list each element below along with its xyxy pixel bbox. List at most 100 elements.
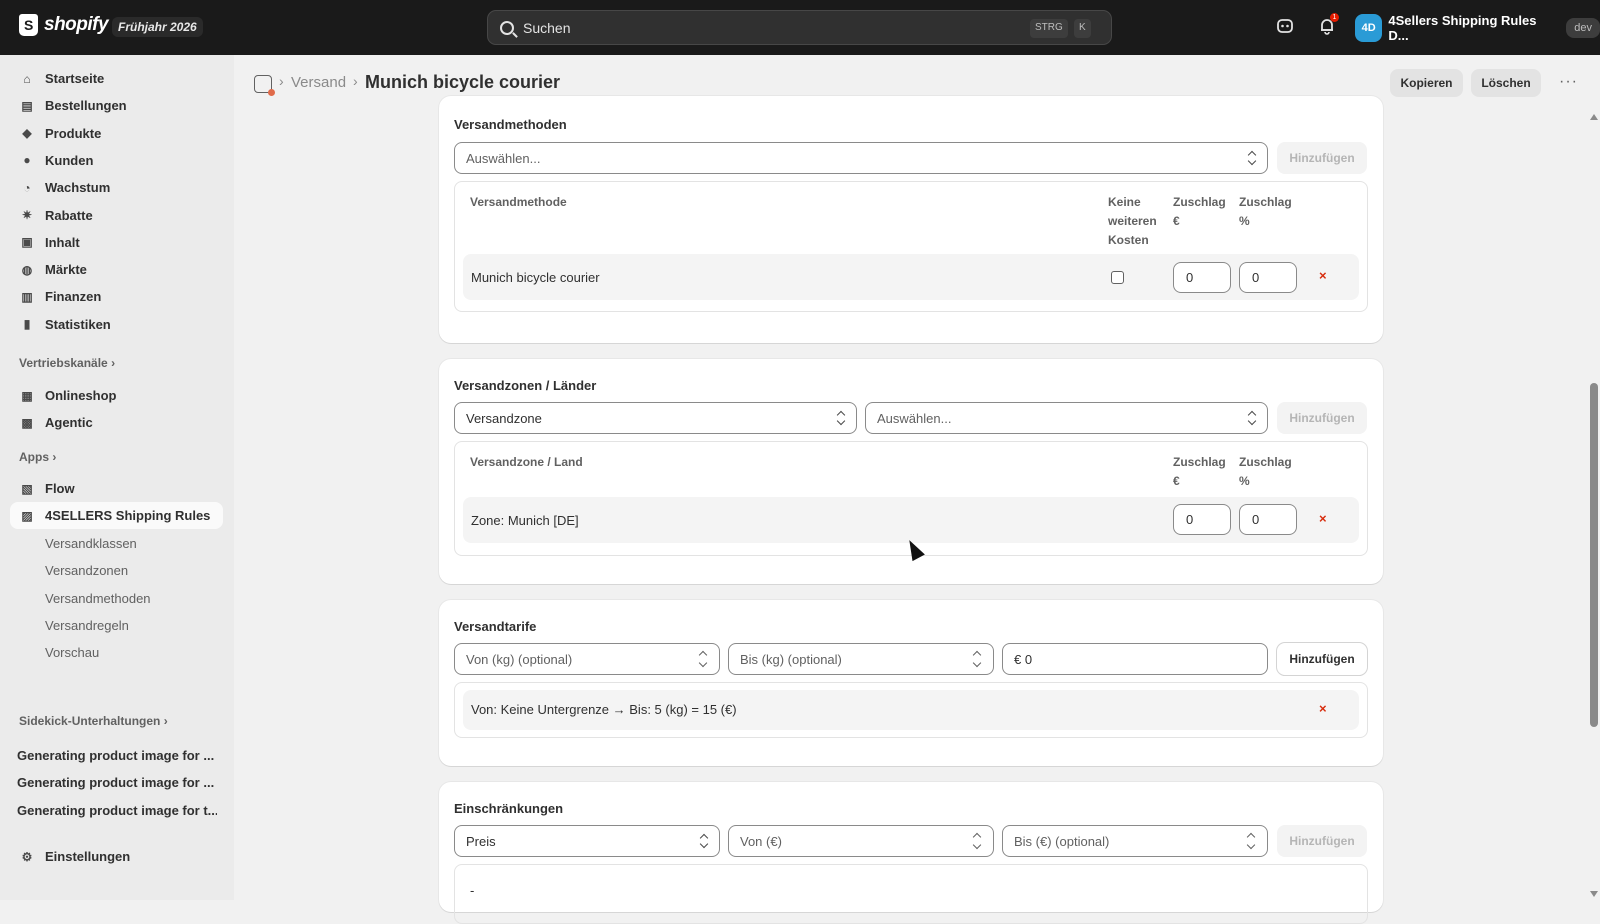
weight-from-input[interactable]: Von (kg) (optional) (454, 643, 720, 675)
stepper-icon[interactable] (697, 647, 711, 671)
list-item: Von: Keine Untergrenze → Bis: 5 (kg) = 1… (463, 690, 1359, 730)
card-title: Einschränkungen (454, 801, 564, 816)
sidebar-item-3[interactable]: ● Kunden (10, 147, 223, 174)
rates-list: Von: Keine Untergrenze → Bis: 5 (kg) = 1… (454, 682, 1368, 738)
more-actions-button[interactable]: ··· (1559, 73, 1578, 91)
shopify-logo[interactable]: shopify (19, 14, 109, 36)
sidebar-item-2[interactable]: ◆ Produkte (10, 120, 223, 147)
logo-text: shopify (44, 14, 109, 35)
col-header-surcharge-pct: Zuschlag% (1239, 195, 1292, 228)
sidebar-item-label: Märkte (45, 262, 87, 278)
sales-channels-heading[interactable]: Vertriebskanäle › (19, 356, 115, 370)
store-icon: ▦ (21, 388, 33, 403)
stepper-icon[interactable] (971, 829, 985, 853)
table-row: Zone: Munich [DE] 0 0 × (463, 497, 1359, 543)
restriction-from-input[interactable]: Von (€) (728, 825, 994, 857)
scroll-up-icon[interactable] (1590, 114, 1598, 120)
page-scrollbar[interactable] (1588, 111, 1600, 900)
sidebar-item-label: Wachstum (45, 180, 111, 196)
shopify-bag-icon (19, 14, 38, 36)
sidebar-item-7[interactable]: ◍ Märkte (10, 256, 223, 283)
scroll-down-icon[interactable] (1590, 891, 1598, 897)
add-zone-button[interactable]: Hinzufügen (1277, 402, 1367, 434)
sidebar-item-6[interactable]: ▣ Inhalt (10, 229, 223, 256)
method-select[interactable]: Auswählen... (454, 142, 1268, 174)
breadcrumb-separator: › (279, 73, 284, 89)
sidekick-conversation-2[interactable]: Generating product image for t... (17, 803, 217, 818)
col-header-no-cost: Keine weiteren Kosten (1108, 195, 1157, 247)
remove-row-button[interactable]: × (1319, 701, 1327, 716)
surcharge-eur-input[interactable]: 0 (1173, 504, 1231, 535)
card-title: Versandtarife (454, 619, 537, 634)
shipping-app-icon[interactable] (254, 75, 275, 96)
sidebar-item-0[interactable]: ⌂ Startseite (10, 65, 223, 92)
scrollbar-thumb[interactable] (1590, 383, 1598, 727)
stepper-icon[interactable] (1245, 829, 1259, 853)
remove-row-button[interactable]: × (1319, 511, 1327, 526)
flow-icon: ▧ (21, 481, 33, 496)
sidebar-item-8[interactable]: ▥ Finanzen (10, 283, 223, 310)
delete-button[interactable]: Löschen (1471, 69, 1541, 97)
sidebar-item-label: Onlineshop (45, 388, 117, 403)
sidebar-item-5[interactable]: ✷ Rabatte (10, 202, 223, 229)
select-placeholder: Auswählen... (877, 410, 952, 426)
sidekick-button[interactable] (1275, 17, 1295, 37)
gauge-icon: ◔ (23, 180, 31, 195)
store-avatar: 4D (1355, 14, 1383, 42)
sidebar-subitem-0[interactable]: Versandklassen (45, 536, 137, 551)
top-bar: shopify Frühjahr 2026 Suchen STRG K 1 4D… (0, 0, 1600, 55)
sidebar-subitem-3[interactable]: Versandregeln (45, 618, 129, 633)
sidebar-channel-1[interactable]: ▩ Agentic (10, 409, 223, 436)
sidekick-conversation-0[interactable]: Generating product image for ... (17, 748, 217, 763)
restriction-to-input[interactable]: Bis (€) (optional) (1002, 825, 1268, 857)
sidebar-item-label: Rabatte (45, 207, 93, 223)
price-input[interactable]: € 0 (1002, 643, 1268, 675)
col-header-method: Versandmethode (470, 195, 567, 209)
sidebar-item-4[interactable]: ◔ Wachstum (10, 174, 223, 201)
sidebar-subitem-4[interactable]: Vorschau (45, 645, 99, 660)
zone-type-select[interactable]: Versandzone (454, 402, 857, 434)
input-placeholder: Bis (kg) (optional) (740, 651, 842, 667)
card-title: Versandmethoden (454, 117, 567, 132)
table-row: Munich bicycle courier 0 0 × (463, 254, 1359, 300)
apps-heading[interactable]: Apps › (19, 450, 56, 464)
add-rate-button[interactable]: Hinzufügen (1277, 643, 1367, 675)
sidebar-item-settings[interactable]: ⚙ Einstellungen (10, 843, 223, 870)
sidebar-subitem-1[interactable]: Versandzonen (45, 563, 128, 578)
sidebar-channel-0[interactable]: ▦ Onlineshop (10, 382, 223, 409)
surcharge-pct-input[interactable]: 0 (1239, 504, 1297, 535)
select-chevrons-icon (1247, 149, 1257, 167)
surcharge-pct-input[interactable]: 0 (1239, 262, 1297, 293)
add-method-button[interactable]: Hinzufügen (1277, 142, 1367, 174)
rate-summary: Von: Keine Untergrenze → Bis: 5 (kg) = 1… (471, 702, 737, 717)
sidebar-subitem-2[interactable]: Versandmethoden (45, 591, 151, 606)
person-icon: ● (23, 153, 31, 168)
no-extra-cost-checkbox[interactable] (1111, 271, 1124, 284)
zone-select[interactable]: Auswählen... (865, 402, 1268, 434)
sidebar-item-9[interactable]: ▮ Statistiken (10, 311, 223, 338)
weight-to-input[interactable]: Bis (kg) (optional) (728, 643, 994, 675)
sidebar-item-1[interactable]: ▤ Bestellungen (10, 92, 223, 119)
search-bar[interactable]: Suchen STRG K (487, 10, 1112, 45)
select-value: Preis (466, 833, 496, 849)
sidekick-heading[interactable]: Sidekick-Unterhaltungen › (19, 714, 168, 728)
sidebar-item-label: 4SELLERS Shipping Rules (45, 508, 211, 523)
notifications-button[interactable]: 1 (1317, 13, 1339, 37)
sidebar-item-label: Produkte (45, 125, 102, 141)
select-chevrons-icon (836, 409, 846, 427)
sidebar-app-0[interactable]: ▧ Flow (10, 475, 223, 502)
col-header-surcharge-pct: Zuschlag% (1239, 455, 1292, 488)
sidebar-app-1[interactable]: ▨ 4SELLERS Shipping Rules (10, 502, 223, 529)
breadcrumb-link[interactable]: Versand (291, 74, 346, 91)
globe-icon: ◍ (21, 262, 33, 277)
search-placeholder: Suchen (523, 19, 571, 36)
remove-row-button[interactable]: × (1319, 268, 1327, 283)
add-restriction-button[interactable]: Hinzufügen (1277, 825, 1367, 857)
restriction-type-select[interactable]: Preis (454, 825, 720, 857)
sidekick-conversation-1[interactable]: Generating product image for ... (17, 775, 217, 790)
copy-button[interactable]: Kopieren (1390, 69, 1463, 97)
surcharge-eur-input[interactable]: 0 (1173, 262, 1231, 293)
stepper-icon[interactable] (971, 647, 985, 671)
store-switcher[interactable]: 4D 4Sellers Shipping Rules D... dev (1355, 13, 1600, 43)
gear-icon: ⚙ (21, 849, 33, 864)
